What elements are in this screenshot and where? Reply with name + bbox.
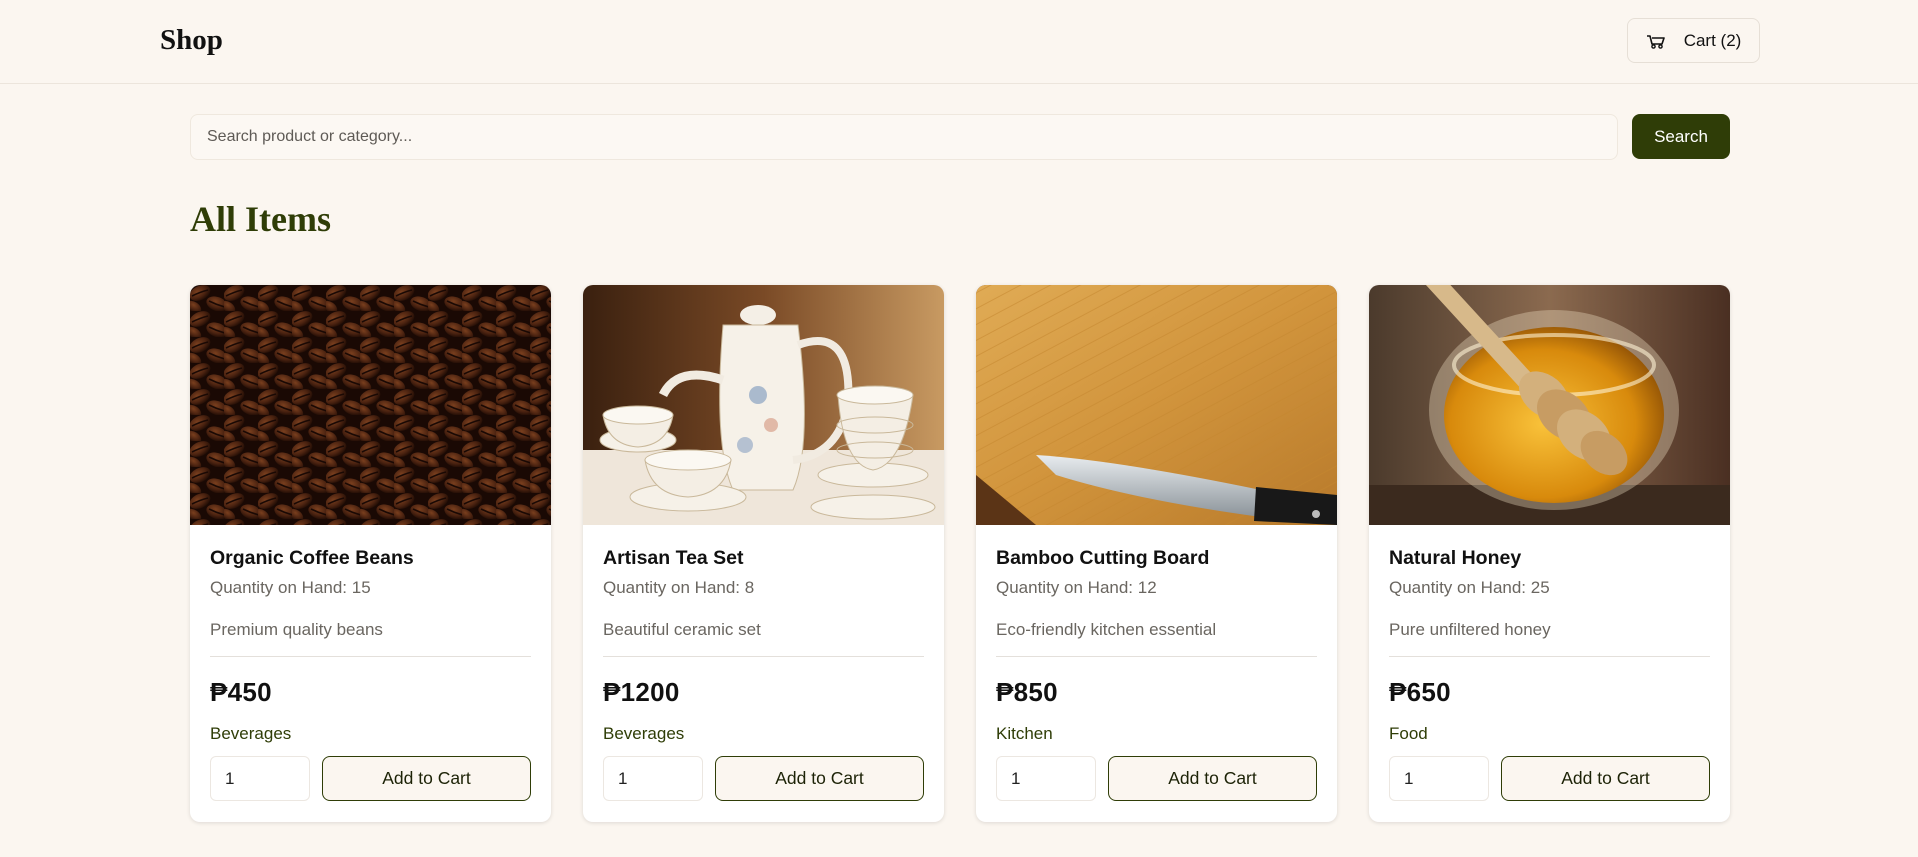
product-name: Bamboo Cutting Board [996, 547, 1210, 569]
quantity-input[interactable] [1389, 756, 1489, 801]
quantity-input[interactable] [603, 756, 703, 801]
product-category: Food [1389, 724, 1428, 743]
product-name: Organic Coffee Beans [210, 547, 414, 569]
product-image-cutting-board [976, 285, 1337, 525]
add-to-cart-button[interactable]: Add to Cart [715, 756, 924, 801]
product-image-tea-set [583, 285, 944, 525]
product-actions: Add to Cart [603, 756, 924, 801]
product-description: Eco-friendly kitchen essential [996, 620, 1317, 657]
cart-icon [1646, 34, 1665, 49]
shop-logo[interactable]: Shop [160, 24, 223, 57]
product-price: ₱1200 [603, 677, 680, 707]
add-to-cart-button[interactable]: Add to Cart [322, 756, 531, 801]
product-price: ₱650 [1389, 677, 1451, 707]
cart-label: Cart (2) [1683, 30, 1742, 50]
product-category: Beverages [210, 724, 292, 743]
product-category: Beverages [603, 724, 685, 743]
search-bar: Search [190, 114, 1730, 160]
product-price: ₱450 [210, 677, 272, 707]
product-price: ₱850 [996, 677, 1058, 707]
product-card: Natural Honey Quantity on Hand: 25 Pure … [1369, 285, 1730, 822]
product-image-honey [1369, 285, 1730, 525]
cart-button[interactable]: Cart (2) [1627, 18, 1760, 63]
product-category: Kitchen [996, 724, 1053, 743]
quantity-input[interactable] [996, 756, 1096, 801]
product-card: Bamboo Cutting Board Quantity on Hand: 1… [976, 285, 1337, 822]
product-description: Beautiful ceramic set [603, 620, 924, 657]
product-name: Artisan Tea Set [603, 547, 744, 569]
product-quantity: Quantity on Hand: 12 [996, 578, 1157, 597]
product-description: Premium quality beans [210, 620, 531, 657]
product-grid: Organic Coffee Beans Quantity on Hand: 1… [190, 285, 1730, 822]
search-button[interactable]: Search [1632, 114, 1730, 159]
product-quantity: Quantity on Hand: 15 [210, 578, 371, 597]
section-title: All Items [190, 199, 331, 239]
product-image-coffee-beans [190, 285, 551, 525]
product-actions: Add to Cart [210, 756, 531, 801]
search-input[interactable] [190, 114, 1618, 160]
top-header: Shop Cart (2) [0, 0, 1918, 84]
add-to-cart-button[interactable]: Add to Cart [1501, 756, 1710, 801]
product-actions: Add to Cart [1389, 756, 1710, 801]
product-quantity: Quantity on Hand: 25 [1389, 578, 1550, 597]
add-to-cart-button[interactable]: Add to Cart [1108, 756, 1317, 801]
product-name: Natural Honey [1389, 547, 1522, 569]
product-card: Artisan Tea Set Quantity on Hand: 8 Beau… [583, 285, 944, 822]
product-description: Pure unfiltered honey [1389, 620, 1710, 657]
product-quantity: Quantity on Hand: 8 [603, 578, 755, 597]
quantity-input[interactable] [210, 756, 310, 801]
product-actions: Add to Cart [996, 756, 1317, 801]
product-card: Organic Coffee Beans Quantity on Hand: 1… [190, 285, 551, 822]
